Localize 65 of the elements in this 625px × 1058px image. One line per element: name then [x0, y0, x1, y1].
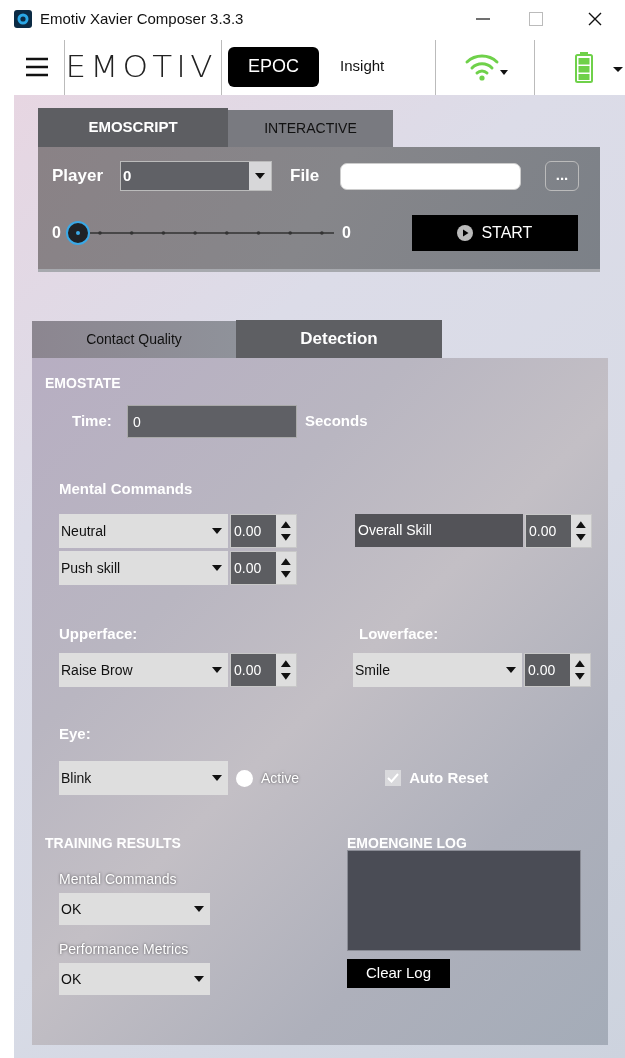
slider-drawing[interactable]: [66, 221, 336, 245]
caret-icon: [212, 528, 222, 534]
clear-log-button[interactable]: Clear Log: [347, 959, 450, 988]
caret-icon: [194, 976, 204, 982]
spin-box[interactable]: 0.00: [230, 551, 297, 585]
field-label: Time:: [72, 411, 113, 432]
caret-icon: [212, 565, 222, 571]
caret-icon: [212, 667, 222, 673]
spin-value: 0.00: [526, 515, 572, 547]
device-tab[interactable]: EPOC: [228, 46, 320, 87]
browse-button[interactable]: ...: [545, 161, 579, 191]
check-icon: [387, 773, 400, 783]
caret-icon: [506, 667, 516, 673]
tab[interactable]: INTERACTIVE: [228, 110, 393, 147]
checkbox[interactable]: [385, 770, 402, 786]
window-title: Emotiv Xavier Composer 3.3.3: [40, 8, 244, 29]
section-title: Eye:: [59, 724, 91, 743]
slider-max: 0: [342, 223, 351, 243]
spin-box[interactable]: 0.00: [524, 653, 591, 687]
play-icon: [457, 225, 474, 241]
spin-value: 0.00: [231, 654, 277, 686]
spin-box[interactable]: 0.00: [230, 514, 297, 548]
tab[interactable]: Detection: [236, 320, 442, 358]
spin-value: 0.00: [231, 552, 277, 584]
tab[interactable]: Contact Quality: [32, 321, 236, 358]
time-field[interactable]: 0: [127, 405, 297, 438]
section-title: TRAINING RESULTS: [45, 834, 181, 853]
menu-icon[interactable]: [26, 56, 48, 77]
section-title: Mental Commands: [59, 479, 193, 498]
dropdown[interactable]: 0: [120, 161, 272, 191]
section-title: Upperface:: [59, 624, 138, 643]
dropdown[interactable]: OK: [59, 963, 210, 995]
section-title: EMOENGINE LOG: [347, 834, 467, 853]
field-label: Mental Commands: [59, 870, 177, 889]
slider-min: 0: [52, 223, 62, 243]
dropdown[interactable]: Neutral: [59, 514, 228, 548]
device-tab[interactable]: Insight: [337, 46, 388, 87]
dropdown[interactable]: Raise Brow: [59, 653, 228, 687]
spin-value: 0.00: [525, 654, 571, 686]
close-icon[interactable]: [587, 11, 603, 27]
caret-icon: [255, 173, 265, 179]
field-label: Performance Metrics: [59, 940, 189, 959]
app-icon: [14, 10, 32, 28]
section-title: Lowerface:: [359, 624, 439, 643]
file-field[interactable]: [340, 162, 521, 190]
spin-box[interactable]: 0.00: [525, 514, 592, 548]
dropdown[interactable]: Blink: [59, 761, 228, 795]
logo-text: EMOTIV: [65, 47, 217, 87]
radio-button[interactable]: [236, 769, 253, 787]
tab[interactable]: EMOSCRIPT: [38, 108, 228, 147]
checkbox-label: Auto Reset: [409, 767, 489, 788]
skill-label: Overall Skill: [355, 514, 523, 547]
dropdown[interactable]: OK: [59, 893, 210, 925]
dropdown[interactable]: Smile: [353, 653, 522, 687]
field-label: Player: [52, 165, 105, 188]
spin-value: 0.00: [231, 515, 277, 547]
caret-icon: [212, 775, 222, 781]
unit-label: Seconds: [305, 411, 368, 432]
start-button[interactable]: START: [411, 215, 578, 251]
radio-label: Active: [261, 768, 300, 788]
spin-box[interactable]: 0.00: [230, 653, 297, 687]
field-label: File: [290, 165, 321, 188]
caret-icon: [194, 906, 204, 912]
dropdown[interactable]: Push skill: [59, 551, 228, 585]
section-title: EMOSTATE: [45, 374, 122, 393]
